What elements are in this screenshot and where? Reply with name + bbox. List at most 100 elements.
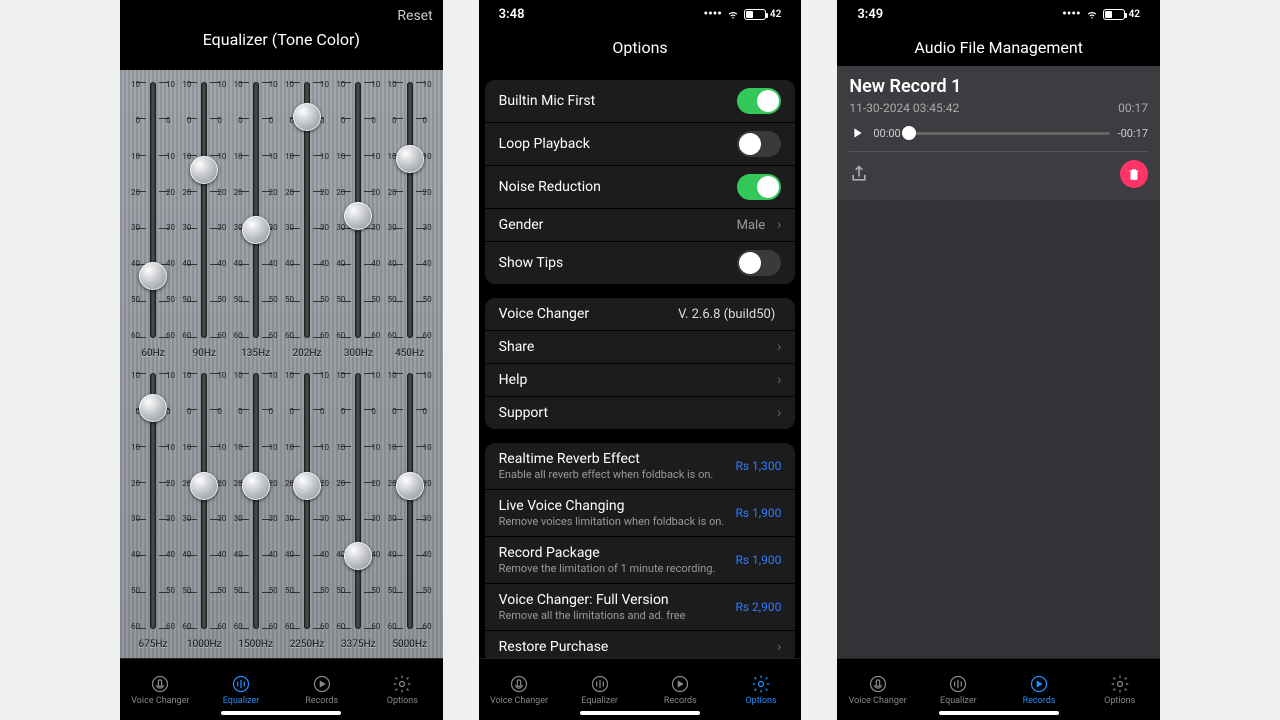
row-label: Record Package [499, 545, 716, 561]
toggle-switch[interactable] [737, 88, 781, 114]
settings-row[interactable]: GenderMale› [485, 209, 796, 242]
options-tab[interactable]: Options [1079, 659, 1160, 720]
band-frequency: 5000Hz [392, 639, 427, 650]
eq-slider-track[interactable]: 100102030405060100102030405060 [181, 76, 227, 344]
share-icon[interactable] [849, 164, 869, 184]
status-right: •••• 42 [1062, 7, 1140, 22]
band-frequency: 60Hz [141, 348, 164, 359]
settings-row[interactable]: Loop Playback [485, 123, 796, 166]
band-frequency: 3375Hz [341, 639, 376, 650]
eq-slider-track[interactable]: 100102030405060100102030405060 [233, 367, 279, 635]
phone-equalizer: Equalizer (Tone Color) Reset 10010203040… [120, 0, 443, 720]
records-tab-icon [670, 674, 690, 694]
eq-knob[interactable] [344, 542, 372, 570]
settings-row[interactable]: Restore Purchase› [485, 631, 796, 658]
voice-changer-tab[interactable]: Voice Changer [479, 659, 560, 720]
eq-knob[interactable] [396, 472, 424, 500]
nav-title: Equalizer (Tone Color) Reset [120, 0, 443, 70]
equalizer-tab-icon [948, 674, 968, 694]
toggle-switch[interactable] [737, 131, 781, 157]
battery-percent: 42 [770, 9, 781, 20]
settings-row[interactable]: Support› [485, 397, 796, 429]
eq-slider-track[interactable]: 100102030405060100102030405060 [130, 367, 176, 635]
eq-band[interactable]: 10010203040506010010203040506090Hz [181, 76, 227, 361]
row-label: Show Tips [499, 255, 564, 271]
eq-knob[interactable] [139, 262, 167, 290]
toggle-switch[interactable] [737, 250, 781, 276]
equalizer-body: 10010203040506010010203040506060Hz100102… [120, 70, 443, 658]
home-indicator [939, 711, 1059, 715]
chevron-right-icon: › [777, 405, 781, 421]
page-title: Options [612, 38, 667, 57]
eq-band[interactable]: 1001020304050601001020304050602250Hz [284, 367, 330, 652]
eq-slider-track[interactable]: 100102030405060100102030405060 [130, 76, 176, 344]
remaining-time: -00:17 [1118, 127, 1148, 140]
row-label: Voice Changer: Full Version [499, 592, 686, 608]
settings-row[interactable]: Voice ChangerV. 2.6.8 (build50) [485, 298, 796, 331]
eq-band[interactable]: 100102030405060100102030405060 135Hz [233, 76, 279, 361]
home-indicator [221, 711, 341, 715]
current-time: 00:00 [873, 127, 900, 140]
status-time: 3:49 [857, 7, 883, 22]
settings-row[interactable]: Share› [485, 331, 796, 364]
options-tab-icon [1110, 674, 1130, 694]
band-frequency: 450Hz [395, 348, 424, 359]
play-icon[interactable] [849, 125, 865, 141]
settings-row[interactable]: Live Voice ChangingRemove voices limitat… [485, 490, 796, 537]
eq-knob[interactable] [139, 394, 167, 422]
eq-knob[interactable] [293, 103, 321, 131]
settings-row[interactable]: Voice Changer: Full VersionRemove all th… [485, 584, 796, 631]
settings-row[interactable]: Noise Reduction [485, 166, 796, 209]
settings-row[interactable]: Record PackageRemove the limitation of 1… [485, 537, 796, 584]
eq-band[interactable]: 100102030405060100102030405060 450Hz [387, 76, 433, 361]
playback-slider[interactable] [909, 132, 1110, 135]
eq-band[interactable]: 100102030405060100102030405060675Hz [130, 367, 176, 652]
row-label: Gender [499, 217, 544, 233]
delete-button[interactable] [1120, 160, 1148, 188]
toggle-switch[interactable] [737, 174, 781, 200]
options-tab[interactable]: Options [721, 659, 802, 720]
slider-handle[interactable] [902, 126, 916, 140]
row-label: Restore Purchase [499, 639, 609, 655]
eq-band[interactable]: 100102030405060100102030405060 60Hz [130, 76, 176, 361]
eq-slider-track[interactable]: 100102030405060100102030405060 [335, 367, 381, 635]
price-label: Rs 1,900 [735, 553, 781, 567]
eq-slider-track[interactable]: 100102030405060100102030405060 [387, 76, 433, 344]
options-tab[interactable]: Options [362, 659, 443, 720]
eq-slider-track[interactable]: 100102030405060100102030405060 [335, 76, 381, 344]
eq-slider-track[interactable]: 100102030405060100102030405060 [181, 367, 227, 635]
eq-band[interactable]: 100102030405060100102030405060 3375Hz [335, 367, 381, 652]
eq-slider-track[interactable]: 100102030405060100102030405060 [233, 76, 279, 344]
eq-knob[interactable] [344, 202, 372, 230]
eq-slider-track[interactable]: 100102030405060100102030405060 [387, 367, 433, 635]
recording-card[interactable]: New Record 1 11-30-2024 03:45:42 00:17 0… [837, 66, 1160, 200]
row-value: Male [737, 218, 765, 233]
tab-label: Records [1023, 696, 1056, 706]
eq-knob[interactable] [396, 145, 424, 173]
voice-changer-tab[interactable]: Voice Changer [837, 659, 918, 720]
eq-band[interactable]: 100102030405060100102030405060300Hz [335, 76, 381, 361]
eq-band[interactable]: 1001020304050601001020304050601000Hz [181, 367, 227, 652]
eq-knob[interactable] [242, 472, 270, 500]
records-tab-icon [312, 674, 332, 694]
settings-row[interactable]: Builtin Mic First [485, 80, 796, 123]
settings-row[interactable]: Help› [485, 364, 796, 397]
eq-band[interactable]: 100102030405060100102030405060 5000Hz [387, 367, 433, 652]
eq-knob[interactable] [190, 472, 218, 500]
status-right: •••• 42 [703, 7, 781, 22]
eq-knob[interactable] [293, 472, 321, 500]
eq-band[interactable]: 1001020304050601001020304050601500Hz [233, 367, 279, 652]
settings-row[interactable]: Realtime Reverb EffectEnable all reverb … [485, 443, 796, 490]
row-label: Share [499, 339, 535, 355]
reset-button[interactable]: Reset [397, 8, 432, 24]
recording-date: 11-30-2024 03:45:42 [849, 101, 959, 115]
eq-slider-track[interactable]: 100102030405060100102030405060 [284, 367, 330, 635]
voice-changer-tab[interactable]: Voice Changer [120, 659, 201, 720]
eq-band[interactable]: 100102030405060100102030405060202Hz [284, 76, 330, 361]
eq-slider-track[interactable]: 100102030405060100102030405060 [284, 76, 330, 344]
band-frequency: 135Hz [241, 348, 270, 359]
eq-knob[interactable] [190, 156, 218, 184]
eq-knob[interactable] [242, 216, 270, 244]
row-label: Voice Changer [499, 306, 589, 322]
settings-row[interactable]: Show Tips [485, 242, 796, 284]
